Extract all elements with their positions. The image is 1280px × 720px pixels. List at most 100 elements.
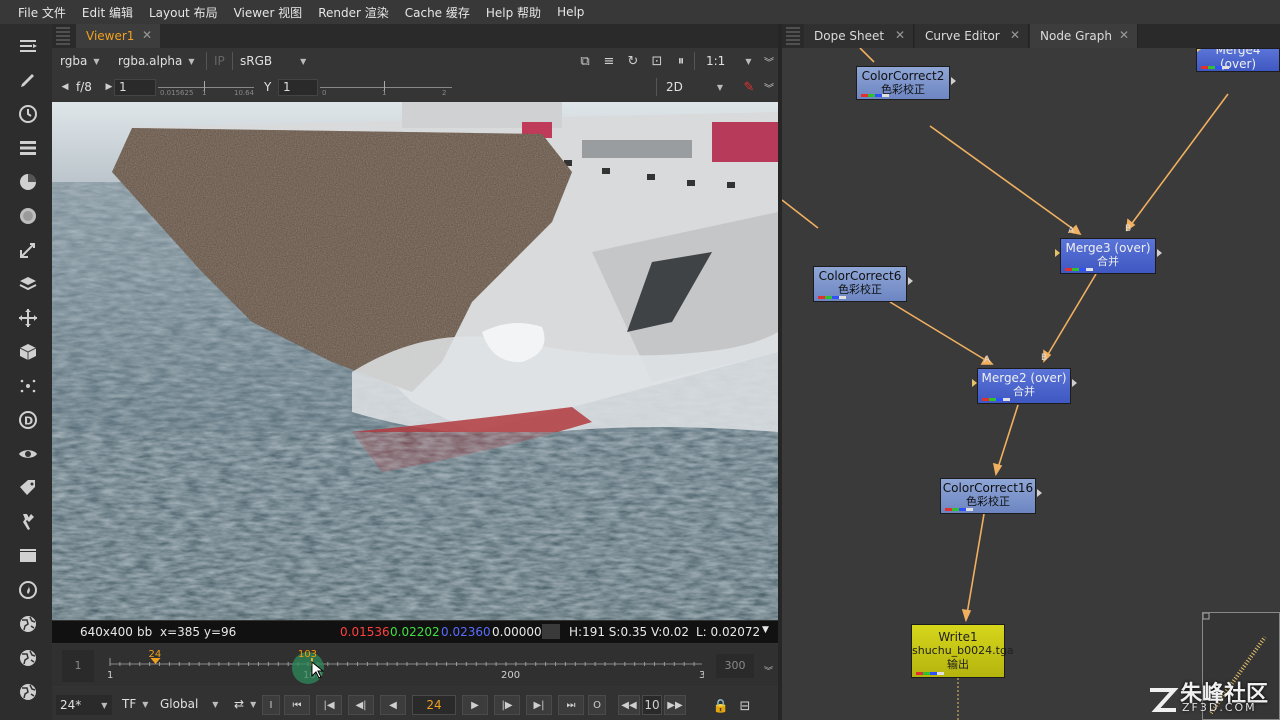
color-icon[interactable] (16, 170, 40, 194)
merge-icon[interactable] (16, 272, 40, 296)
timeline-start-field[interactable]: 1 (62, 650, 94, 682)
alpha-dropdown[interactable]: rgba.alpha ▼ (118, 52, 195, 70)
menu-layout[interactable]: Layout 布局 (141, 4, 226, 21)
node-merge3[interactable]: Merge3 (over) 合并 (1055, 238, 1162, 274)
proxy-icon[interactable]: ⊡ (648, 52, 666, 70)
zoom-dropdown[interactable]: 1:1 ▼ (706, 52, 751, 70)
view-mode-dropdown[interactable]: 2D ▼ (666, 78, 723, 96)
time-icon[interactable] (16, 102, 40, 126)
close-icon[interactable]: ✕ (1010, 28, 1020, 42)
step-back-n-button[interactable]: ◀◀ (618, 695, 640, 715)
monitor-icon[interactable]: ⊟ (736, 697, 754, 715)
node-colorcorrect6[interactable]: ColorCorrect6 色彩校正 (813, 266, 913, 302)
particles-icon[interactable] (16, 374, 40, 398)
close-icon[interactable]: ✕ (1119, 28, 1129, 42)
node-write1[interactable]: Write1 shuchu_b0024.tga 输出 (911, 624, 1014, 678)
close-icon[interactable]: ✕ (895, 28, 905, 42)
pause-icon[interactable]: ⏸ (672, 52, 690, 70)
last-frame-button[interactable]: ⏭ (558, 695, 584, 715)
menu-help[interactable]: Help (549, 5, 592, 19)
panel-grip[interactable] (56, 27, 70, 45)
keyer-icon[interactable] (16, 238, 40, 262)
node-colorcorrect16[interactable]: ColorCorrect16 色彩校正 (940, 478, 1042, 514)
fps-dropdown[interactable]: 24* ▼ (56, 695, 112, 715)
roi-icon[interactable]: ⧉ (576, 52, 594, 70)
3d-icon[interactable] (16, 340, 40, 364)
node-merge4[interactable]: Merge4 (over) 合并 (1196, 48, 1280, 72)
tab-node-graph[interactable]: Node Graph ✕ (1030, 24, 1138, 48)
chevron-down-icon[interactable]: ▼ (762, 625, 769, 635)
next-frame-button[interactable]: |▶ (494, 695, 520, 715)
menu-help-cn[interactable]: Help 帮助 (478, 4, 549, 21)
other-icon[interactable] (16, 544, 40, 568)
lut-dropdown[interactable]: sRGB ▼ (240, 52, 306, 70)
panel-grip[interactable] (786, 27, 800, 45)
globe-icon-3[interactable] (16, 680, 40, 704)
gamma-slider[interactable]: 0 1 2 (320, 80, 452, 97)
channel-icon[interactable] (16, 136, 40, 160)
play-backward-button[interactable]: ◀ (380, 695, 406, 715)
current-frame-field[interactable]: 24 (412, 695, 456, 715)
paint-icon[interactable]: ✎ (740, 78, 758, 96)
viewer-image[interactable] (52, 102, 778, 620)
in-point-button[interactable]: I (262, 695, 280, 715)
collapse-icon[interactable]: ︾ (760, 52, 778, 70)
views-icon[interactable] (16, 442, 40, 466)
playback-mode-dropdown[interactable]: ⇄ ▼ (234, 695, 256, 713)
play-forward-button[interactable]: ▶ (462, 695, 488, 715)
gain-field[interactable]: 1 (114, 79, 156, 96)
menu-viewer[interactable]: Viewer 视图 (226, 4, 311, 21)
mask-input-arrow[interactable] (951, 77, 956, 85)
gain-slider[interactable]: 0.015625 1 10.64 (158, 80, 254, 97)
deep-icon[interactable]: D (16, 408, 40, 432)
node-merge2[interactable]: Merge2 (over) 合并 (972, 368, 1077, 404)
menu-edit[interactable]: Edit 编辑 (74, 4, 141, 21)
gamma-tick: 2 (442, 89, 447, 97)
timeline-ruler[interactable]: 110020030024103 (108, 650, 704, 684)
draw-icon[interactable] (16, 68, 40, 92)
mask-input-arrow[interactable] (908, 277, 913, 285)
transform-icon[interactable] (16, 306, 40, 330)
image-icon[interactable] (16, 34, 40, 58)
tab-dope-sheet[interactable]: Dope Sheet ✕ (804, 24, 914, 48)
furnace-icon[interactable] (16, 578, 40, 602)
gamma-field[interactable]: 1 (278, 79, 318, 96)
menu-cache[interactable]: Cache 缓存 (397, 4, 478, 21)
mask-input-arrow[interactable] (1055, 249, 1060, 257)
fstop-label[interactable]: f/8 (76, 78, 92, 96)
first-frame-button[interactable]: ⏮ (284, 695, 310, 715)
globe-icon-2[interactable] (16, 646, 40, 670)
collapse-icon[interactable]: ︾ (764, 664, 773, 677)
prev-frame-button[interactable]: ◀| (348, 695, 374, 715)
globe-icon-1[interactable] (16, 612, 40, 636)
mask-input-arrow[interactable] (1037, 489, 1042, 497)
tf-dropdown[interactable]: TF ▼ (122, 695, 148, 713)
step-size-field[interactable]: 10 (642, 695, 662, 715)
next-keyframe-button[interactable]: ▶| (526, 695, 552, 715)
menu-render[interactable]: Render 渲染 (310, 4, 397, 21)
tab-curve-editor[interactable]: Curve Editor ✕ (915, 24, 1029, 48)
metadata-icon[interactable] (16, 476, 40, 500)
node-colorcorrect2[interactable]: ColorCorrect2 色彩校正 (856, 66, 956, 100)
ip-toggle[interactable]: IP (214, 52, 225, 70)
refresh-icon[interactable]: ↻ (624, 52, 642, 70)
prev-fstop-icon[interactable]: ◀ (56, 78, 74, 96)
lines-icon[interactable]: ≡ (600, 52, 618, 70)
range-dropdown[interactable]: Global ▼ (160, 695, 218, 713)
toolsets-icon[interactable] (16, 510, 40, 534)
tab-viewer1[interactable]: Viewer1 ✕ (76, 24, 160, 48)
channels-dropdown[interactable]: rgba ▼ (60, 52, 99, 70)
timeline-end-field[interactable]: 300 (716, 654, 754, 678)
collapse-icon[interactable]: ︾ (760, 78, 778, 96)
output-arrow[interactable] (1072, 379, 1077, 387)
close-icon[interactable]: ✕ (142, 28, 152, 42)
prev-keyframe-button[interactable]: |◀ (316, 695, 342, 715)
input-arrow[interactable] (1197, 49, 1201, 53)
out-point-button[interactable]: O (588, 695, 606, 715)
step-forward-n-button[interactable]: ▶▶ (664, 695, 686, 715)
lock-icon[interactable]: 🔒 (712, 697, 730, 715)
filter-icon[interactable] (16, 204, 40, 228)
mask-input-arrow[interactable] (972, 379, 977, 387)
output-arrow[interactable] (1157, 249, 1162, 257)
menu-file[interactable]: File 文件 (10, 4, 74, 21)
